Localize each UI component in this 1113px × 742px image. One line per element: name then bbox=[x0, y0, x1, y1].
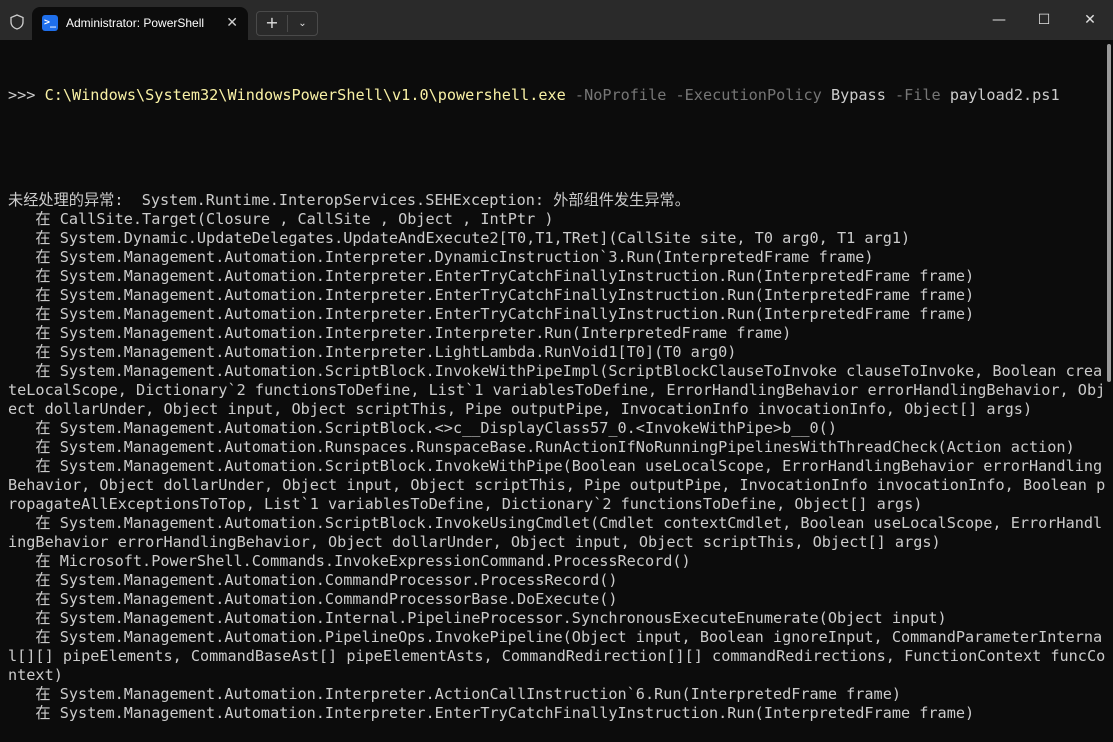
tab-close-icon[interactable]: ✕ bbox=[226, 13, 238, 33]
output-line: 在 System.Management.Automation.Runspaces… bbox=[8, 438, 1075, 456]
prompt: >>> bbox=[8, 86, 45, 104]
close-button[interactable]: ✕ bbox=[1067, 0, 1113, 40]
scrollbar[interactable] bbox=[1107, 44, 1111, 382]
output-line: 在 System.Management.Automation.Interpret… bbox=[8, 704, 975, 722]
output-line: 在 System.Management.Automation.Internal.… bbox=[8, 609, 947, 627]
output-line: ropagateAllExceptionsToTop, List`1 varia… bbox=[8, 495, 923, 513]
terminal-output[interactable]: >>> C:\Windows\System32\WindowsPowerShel… bbox=[8, 48, 1106, 742]
output-line: teLocalScope, Dictionary`2 functionsToDe… bbox=[8, 381, 1106, 399]
output-line: 在 System.Management.Automation.Interpret… bbox=[8, 248, 874, 266]
output-line: 在 System.Management.Automation.ScriptBlo… bbox=[8, 457, 1103, 475]
output-line: 在 System.Management.Automation.Interpret… bbox=[8, 685, 901, 703]
output-line: 在 System.Management.Automation.ScriptBlo… bbox=[8, 514, 1103, 532]
output-line: ect dollarUnder, Object input, Object sc… bbox=[8, 400, 1033, 418]
output-line: Behavior, Object dollarUnder, Object inp… bbox=[8, 476, 1106, 494]
maximize-button[interactable]: ☐ bbox=[1021, 0, 1067, 40]
output-line: 在 System.Management.Automation.Interpret… bbox=[8, 305, 975, 323]
output-line: 在 Microsoft.PowerShell.Commands.InvokeEx… bbox=[8, 552, 691, 570]
output-line: 在 System.Management.Automation.Interpret… bbox=[8, 343, 737, 361]
output-line: 未经处理的异常: System.Runtime.InteropServices.… bbox=[8, 191, 690, 209]
output-line: 在 System.Management.Automation.ScriptBlo… bbox=[8, 362, 1103, 380]
arg-bypass: Bypass bbox=[821, 86, 886, 104]
output-line: ntext) bbox=[8, 666, 63, 684]
output-line: 在 System.Dynamic.UpdateDelegates.UpdateA… bbox=[8, 229, 911, 247]
shield-icon bbox=[10, 14, 24, 30]
param-executionpolicy: -ExecutionPolicy bbox=[666, 86, 822, 104]
output-line: ingBehavior errorHandlingBehavior, Objec… bbox=[8, 533, 941, 551]
new-tab-button[interactable]: + bbox=[257, 12, 287, 35]
param-file: -File bbox=[885, 86, 941, 104]
arg-file: payload2.ps1 bbox=[940, 86, 1060, 104]
output-line: 在 System.Management.Automation.PipelineO… bbox=[8, 628, 1103, 646]
output-line: 在 System.Management.Automation.Interpret… bbox=[8, 286, 975, 304]
chevron-down-icon[interactable]: ⌄ bbox=[288, 12, 317, 35]
minimize-button[interactable]: — bbox=[976, 0, 1022, 40]
output-line: 在 System.Management.Automation.Interpret… bbox=[8, 324, 792, 342]
tab-powershell[interactable]: >_ Administrator: PowerShell ✕ bbox=[32, 7, 248, 40]
output-line: 在 CallSite.Target(Closure , CallSite , O… bbox=[8, 210, 554, 228]
command-exe: C:\Windows\System32\WindowsPowerShell\v1… bbox=[44, 86, 566, 104]
output-line: l[][] pipeElements, CommandBaseAst[] pip… bbox=[8, 647, 1106, 665]
output-line: 在 System.Management.Automation.CommandPr… bbox=[8, 571, 618, 589]
tab-actions: + ⌄ bbox=[256, 11, 318, 36]
output-line: 在 System.Management.Automation.ScriptBlo… bbox=[8, 419, 837, 437]
output-line: 在 System.Management.Automation.Interpret… bbox=[8, 267, 975, 285]
title-bar: >_ Administrator: PowerShell ✕ + ⌄ — ☐ ✕ bbox=[0, 0, 1113, 40]
output-line: 在 System.Management.Automation.CommandPr… bbox=[8, 590, 618, 608]
tab-title: Administrator: PowerShell bbox=[66, 16, 205, 30]
command-line: >>> C:\Windows\System32\WindowsPowerShel… bbox=[8, 86, 1098, 105]
powershell-icon: >_ bbox=[42, 15, 58, 31]
param-noprofile: -NoProfile bbox=[565, 86, 667, 104]
exception-output: 未经处理的异常: System.Runtime.InteropServices.… bbox=[8, 191, 1106, 723]
